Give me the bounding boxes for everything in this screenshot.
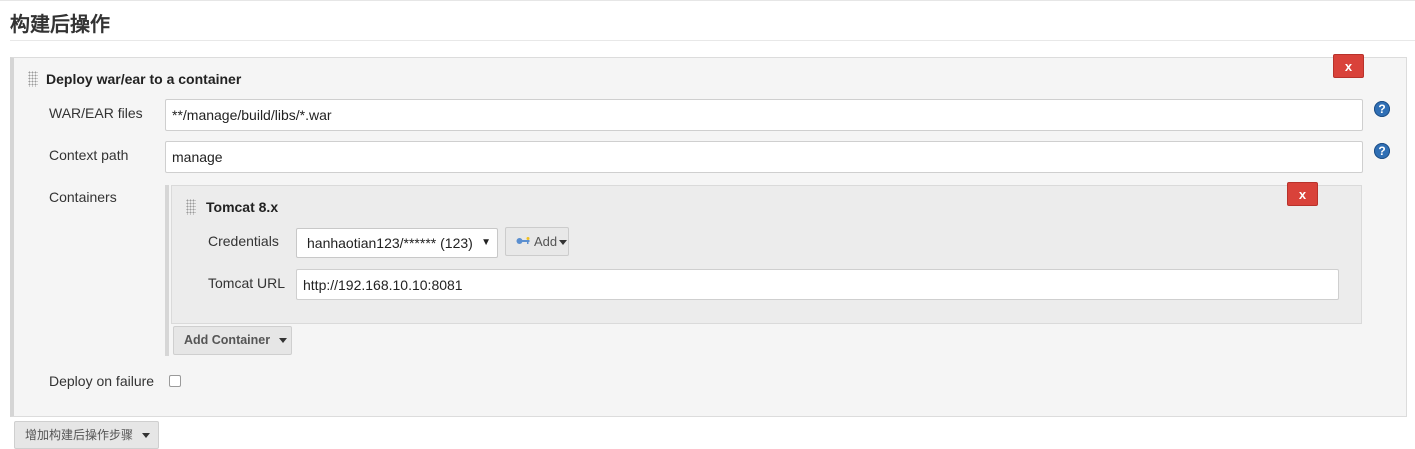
help-icon[interactable]: ? [1374, 101, 1390, 117]
add-credentials-button[interactable]: Add [505, 227, 569, 256]
key-icon [516, 237, 530, 244]
section-title: 构建后操作 [10, 12, 110, 36]
war-files-label: WAR/EAR files [49, 105, 143, 121]
add-credentials-label: Add [534, 234, 558, 249]
deploy-on-failure-label: Deploy on failure [49, 373, 155, 389]
context-path-label: Context path [49, 147, 129, 163]
containers-label: Containers [49, 189, 117, 205]
caret-down-icon [279, 338, 288, 344]
add-container-button[interactable]: Add Container [173, 326, 292, 355]
add-post-build-step-label: 增加构建后操作步骤 [25, 428, 134, 442]
caret-down-icon [559, 240, 568, 246]
deploy-on-failure-checkbox[interactable] [169, 375, 181, 387]
help-icon[interactable]: ? [1374, 143, 1390, 159]
add-container-label: Add Container [184, 333, 271, 347]
delete-tomcat-button[interactable]: x [1287, 182, 1318, 206]
chevron-down-icon: ▼ [481, 237, 491, 248]
top-divider [0, 0, 1415, 1]
section-divider [10, 40, 1415, 41]
tomcat-panel-title: Tomcat 8.x [206, 199, 279, 215]
caret-down-icon [142, 433, 151, 438]
delete-deploy-button[interactable]: x [1333, 54, 1364, 78]
credentials-select[interactable]: hanhaotian123/****** (123) ▼ [296, 228, 498, 258]
drag-handle-icon[interactable] [186, 199, 196, 215]
tomcat-url-input[interactable] [296, 269, 1339, 300]
credentials-label: Credentials [208, 233, 279, 249]
context-path-input[interactable] [165, 141, 1363, 173]
drag-handle-icon[interactable] [28, 71, 38, 87]
credentials-selected-value: hanhaotian123/****** (123) [307, 235, 473, 251]
containers-indent-bar [165, 185, 169, 356]
deploy-panel-title: Deploy war/ear to a container [46, 71, 242, 87]
tomcat-url-label: Tomcat URL [208, 275, 286, 291]
add-post-build-step-button[interactable]: 增加构建后操作步骤 [14, 421, 159, 449]
war-files-input[interactable] [165, 99, 1363, 131]
